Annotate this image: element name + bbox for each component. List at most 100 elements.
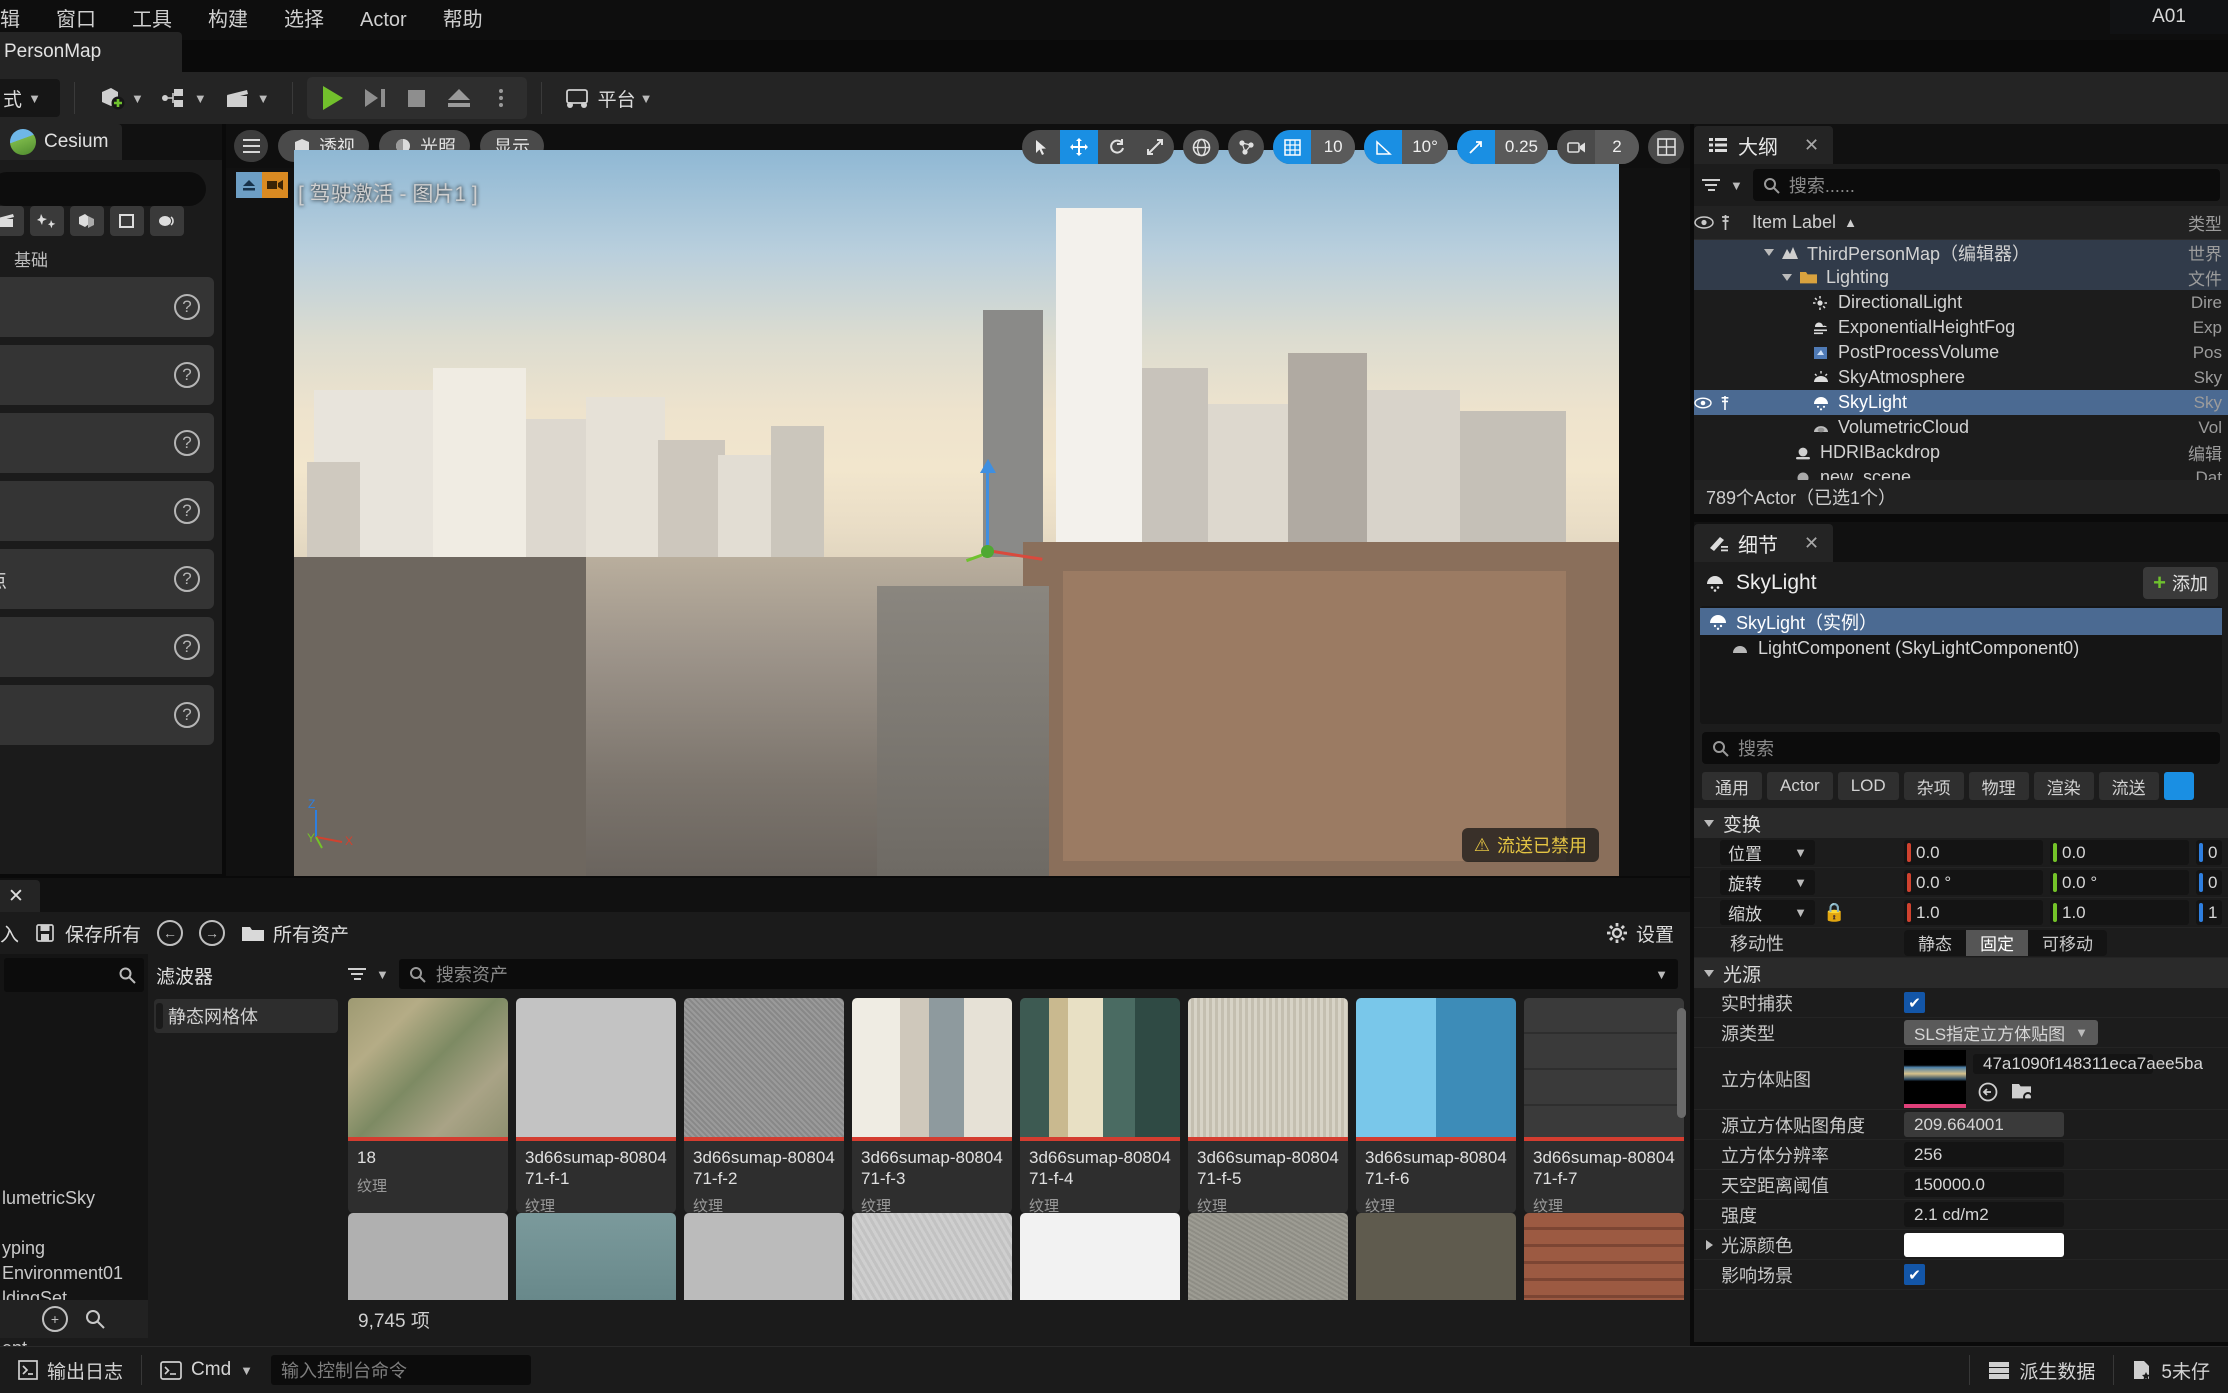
viewport-menu-icon[interactable] bbox=[234, 130, 268, 162]
scale-snap-value[interactable]: 0.25 bbox=[1494, 130, 1548, 164]
expander-icon[interactable] bbox=[1706, 1239, 1713, 1250]
transform-x-input[interactable]: 0.0 bbox=[1904, 840, 2043, 865]
tab-details[interactable]: 细节 ✕ bbox=[1694, 524, 1834, 562]
console-command-input[interactable]: 输入控制台命令 bbox=[271, 1355, 532, 1385]
asset-search-input[interactable]: 搜索资产 ▼ bbox=[398, 959, 1678, 989]
tab-content-browser[interactable]: ✕ bbox=[0, 880, 40, 912]
surface-snap-icon[interactable] bbox=[1228, 130, 1265, 164]
cinematics-button[interactable]: ▼ bbox=[215, 78, 278, 118]
asset-card[interactable]: 3d66sumap-8080471-f-6 纹理 bbox=[1356, 998, 1516, 1213]
transform-gizmo[interactable] bbox=[957, 459, 1043, 579]
camera-icon[interactable] bbox=[1557, 130, 1595, 164]
component-row-skylight[interactable]: SkyLight（实例） bbox=[1700, 608, 2222, 635]
close-icon[interactable]: ✕ bbox=[1804, 533, 1819, 554]
asset-card[interactable]: 3d66sumap-8080471-f-2 纹理 bbox=[684, 998, 844, 1213]
property-text-input[interactable]: 256 bbox=[1904, 1142, 2064, 1167]
property-text-input[interactable]: 209.664001 bbox=[1904, 1112, 2064, 1137]
scale-snap-icon[interactable] bbox=[1456, 130, 1495, 164]
rotate-tool-icon[interactable] bbox=[1098, 130, 1136, 164]
section-transform[interactable]: 变换 bbox=[1694, 808, 2228, 838]
asset-card[interactable] bbox=[1356, 1213, 1516, 1300]
help-icon[interactable]: ? bbox=[174, 498, 200, 524]
transform-y-input[interactable]: 1.0 bbox=[2050, 900, 2189, 925]
transform-mode-dropdown[interactable]: 旋转 ▼ bbox=[1720, 870, 1815, 895]
output-log-button[interactable]: 输出日志 bbox=[0, 1347, 141, 1393]
camera-badge-icon[interactable] bbox=[262, 172, 288, 198]
filter-icon[interactable] bbox=[1702, 179, 1720, 191]
sort-ascending-icon[interactable]: ▲ bbox=[1844, 215, 1857, 230]
transform-z-input[interactable]: 0 bbox=[2196, 870, 2222, 895]
tree-item[interactable]: yping bbox=[0, 1236, 148, 1261]
asset-card[interactable] bbox=[348, 1213, 508, 1300]
lock-icon[interactable]: 🔒 bbox=[1823, 902, 1845, 923]
play-button[interactable] bbox=[313, 79, 353, 117]
play-options-button[interactable] bbox=[481, 79, 521, 117]
outliner-row[interactable]: PostProcessVolume Pos bbox=[1694, 340, 2228, 365]
details-search-input[interactable]: 搜索 bbox=[1702, 732, 2220, 764]
chevron-down-icon[interactable]: ▼ bbox=[1655, 967, 1668, 982]
save-all-button[interactable]: 保存所有 bbox=[35, 920, 141, 947]
cubemap-asset-name[interactable]: 47a1090f148311eca7aee5ba bbox=[1973, 1054, 2203, 1074]
cesium-tool-5-icon[interactable] bbox=[150, 206, 184, 236]
level-tab[interactable]: PersonMap bbox=[0, 32, 182, 72]
help-icon[interactable]: ? bbox=[174, 294, 200, 320]
transform-mode-dropdown[interactable]: 位置 ▼ bbox=[1720, 840, 1815, 865]
select-tool-icon[interactable] bbox=[1022, 130, 1060, 164]
eject-button[interactable] bbox=[439, 79, 479, 117]
add-actor-button[interactable]: ▼ bbox=[89, 78, 152, 118]
world-space-icon[interactable] bbox=[1183, 130, 1220, 164]
component-row-lightcomponent[interactable]: LightComponent (SkyLightComponent0) bbox=[1700, 635, 2222, 662]
cmd-selector[interactable]: Cmd ▼ bbox=[142, 1347, 271, 1393]
blueprint-button[interactable]: ▼ bbox=[152, 78, 215, 118]
chevron-down-icon[interactable]: ▼ bbox=[376, 967, 389, 982]
outliner-search-input[interactable]: 搜索...... bbox=[1752, 169, 2220, 201]
close-icon[interactable]: ✕ bbox=[1804, 135, 1819, 156]
details-tab-LOD[interactable]: LOD bbox=[1837, 772, 1899, 800]
mobility-option-可移动[interactable]: 可移动 bbox=[2028, 930, 2107, 956]
grid-snap-icon[interactable] bbox=[1273, 130, 1312, 164]
layout-icon[interactable] bbox=[1648, 130, 1684, 164]
details-tab-杂项[interactable]: 杂项 bbox=[1903, 772, 1964, 800]
outliner-row[interactable]: SkyAtmosphere Sky bbox=[1694, 365, 2228, 390]
cesium-action-row[interactable]: ? bbox=[0, 481, 214, 541]
asset-card[interactable]: 3d66sumap-8080471-f-1 纹理 bbox=[516, 998, 676, 1213]
level-viewport[interactable]: 透视 光照 显示 Z X Y ⚠ 流送已禁用 [驾驶激活 - 图片1] 10… bbox=[226, 124, 1690, 876]
back-button[interactable]: ← bbox=[157, 920, 184, 946]
content-browser-settings-button[interactable]: 设置 bbox=[1606, 920, 1690, 947]
scale-tool-icon[interactable] bbox=[1136, 130, 1174, 164]
transform-x-input[interactable]: 0.0 ° bbox=[1904, 870, 2043, 895]
cesium-tool-4-icon[interactable] bbox=[110, 206, 144, 236]
unsaved-changes-button[interactable]: 5未仔 bbox=[2114, 1347, 2228, 1393]
details-tab-accent[interactable] bbox=[2163, 772, 2194, 800]
help-icon[interactable]: ? bbox=[174, 362, 200, 388]
transform-y-input[interactable]: 0.0 bbox=[2050, 840, 2189, 865]
viewport-render[interactable]: Z X Y ⚠ 流送已禁用 bbox=[294, 150, 1619, 876]
asset-card[interactable] bbox=[1188, 1213, 1348, 1300]
outliner-row[interactable]: ThirdPersonMap（编辑器） 世界 bbox=[1694, 240, 2228, 265]
move-tool-icon[interactable] bbox=[1060, 130, 1099, 164]
type-column[interactable]: 类型 bbox=[2188, 210, 2228, 235]
platforms-button[interactable]: 平台 ▼ bbox=[556, 78, 661, 118]
asset-scrollbar[interactable] bbox=[1677, 1008, 1686, 1118]
asset-card[interactable]: 3d66sumap-8080471-f-3 纹理 bbox=[852, 998, 1012, 1213]
pin-toggle-icon[interactable] bbox=[1720, 395, 1746, 410]
tree-item[interactable]: Environment01 bbox=[0, 1261, 148, 1286]
cesium-action-row[interactable]: ? bbox=[0, 345, 214, 405]
cesium-search-input[interactable] bbox=[0, 172, 206, 206]
cubemap-thumbnail[interactable] bbox=[1904, 1049, 1966, 1108]
item-label-column[interactable]: Item Label bbox=[1752, 212, 1836, 233]
cesium-tool-2-icon[interactable] bbox=[30, 206, 64, 236]
asset-card[interactable] bbox=[516, 1213, 676, 1300]
outliner-row[interactable]: SkyLight Sky bbox=[1694, 390, 2228, 415]
outliner-row[interactable]: VolumetricCloud Vol bbox=[1694, 415, 2228, 440]
transform-z-input[interactable]: 0 bbox=[2196, 840, 2222, 865]
expander-icon[interactable] bbox=[1764, 249, 1774, 256]
asset-card[interactable]: 3d66sumap-8080471-f-4 纹理 bbox=[1020, 998, 1180, 1213]
cesium-tool-1-icon[interactable] bbox=[0, 206, 24, 236]
grid-snap-value[interactable]: 10 bbox=[1311, 130, 1356, 164]
path-breadcrumb[interactable]: 所有资产 bbox=[241, 920, 349, 947]
property-checkbox[interactable]: ✔ bbox=[1904, 992, 1925, 1013]
mobility-option-静态[interactable]: 静态 bbox=[1904, 930, 1966, 956]
cesium-action-row[interactable]: 点 ? bbox=[0, 549, 214, 609]
help-icon[interactable]: ? bbox=[174, 702, 200, 728]
